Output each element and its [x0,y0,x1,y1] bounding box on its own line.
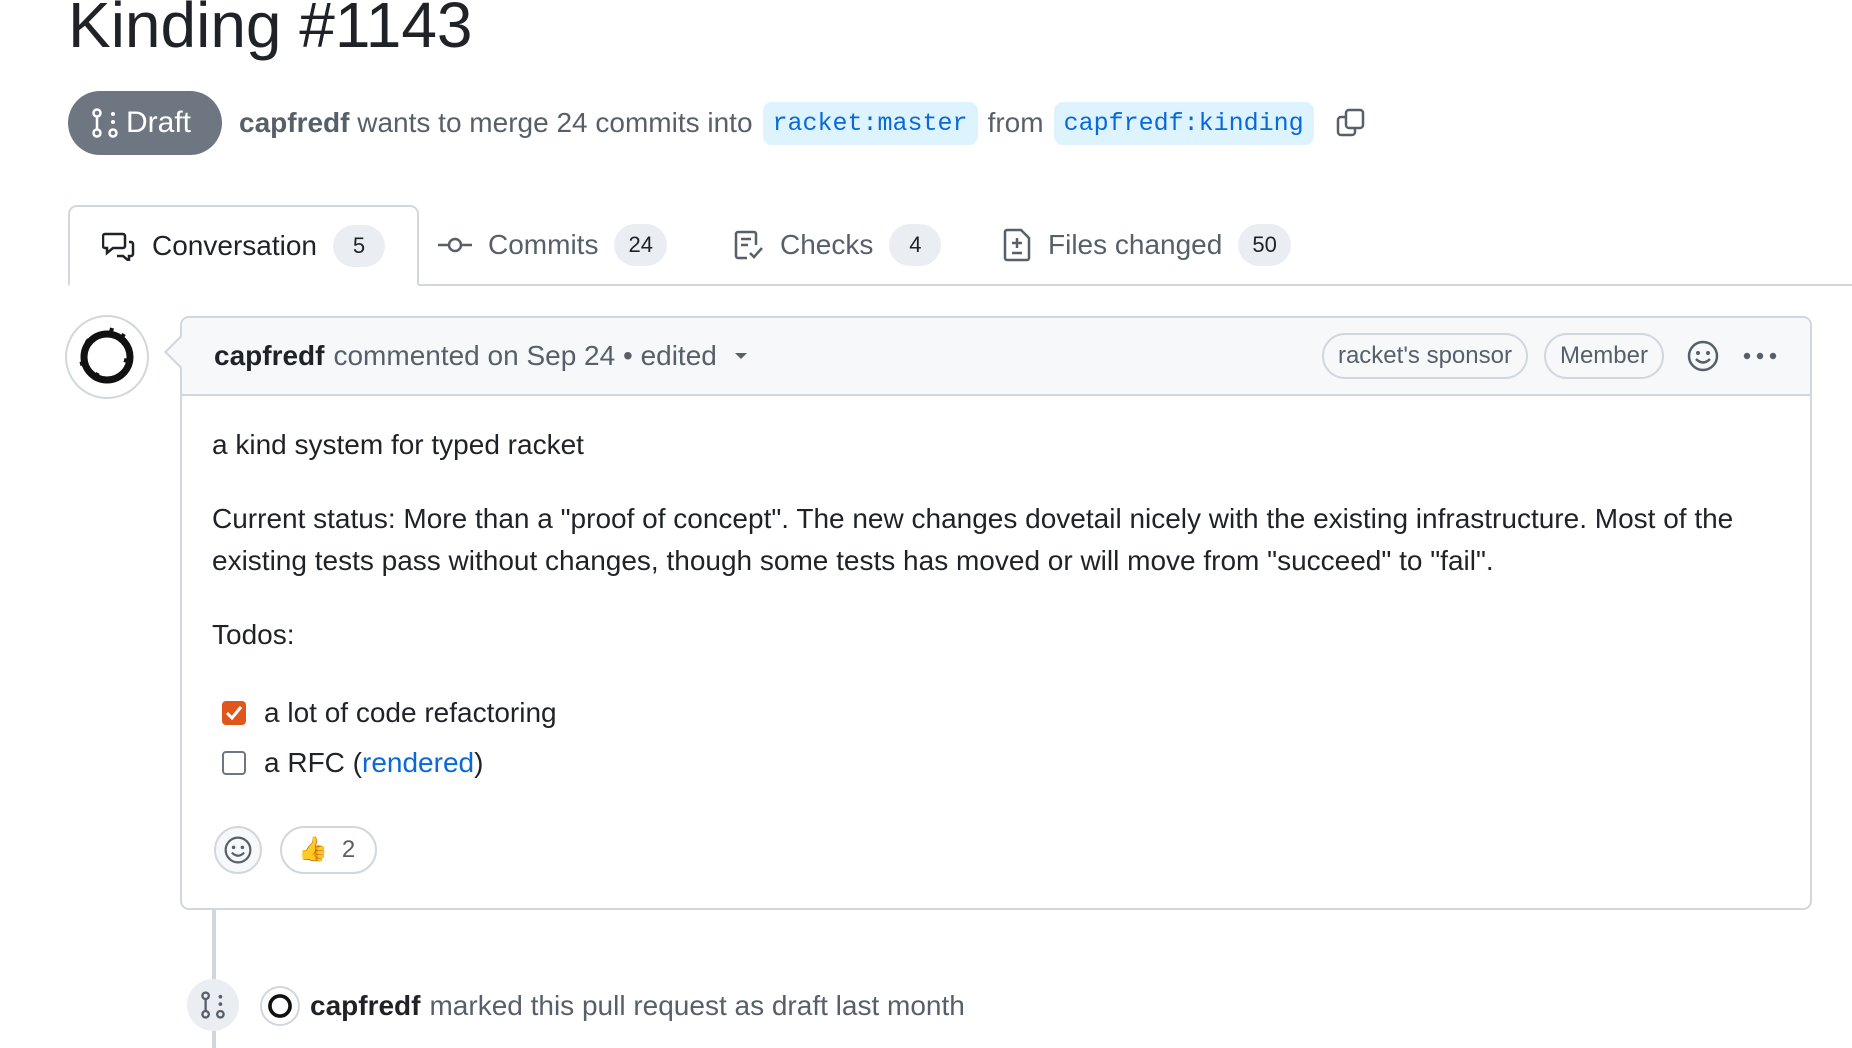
thumbs-up-icon: 👍 [298,836,328,863]
draft-label: Draft [126,106,192,139]
add-reaction-button[interactable] [214,826,262,874]
rendered-link[interactable]: rendered [362,742,474,784]
pr-meta: Draft capfredf wants to merge 24 commits… [68,91,1366,155]
comment-header: capfredf commented on Sep 24 • edited ra… [182,318,1810,396]
timeline-event: capfredf marked this pull request as dra… [260,982,965,1030]
tab-counter: 4 [889,223,942,266]
member-badge: Member [1543,333,1664,379]
merge-description: capfredf wants to merge 24 commits into … [239,101,1366,145]
author-avatar[interactable] [65,315,149,399]
tab-checks[interactable]: Checks 4 [734,205,942,284]
add-reaction-icon[interactable] [1686,339,1720,373]
draft-state-badge: Draft [68,91,222,155]
reactions-bar: 👍 2 [214,826,378,874]
avatar-ring-icon [79,327,134,384]
task-text-before: a RFC ( [264,747,362,778]
check-icon [225,706,243,721]
task-item: a lot of code refactoring [222,692,557,734]
tab-counter: 50 [1238,223,1291,266]
tab-files-changed[interactable]: Files changed 50 [1002,205,1291,284]
tab-commits[interactable]: Commits 24 [438,205,667,284]
tab-label: Commits [488,228,599,260]
sponsor-badge: racket's sponsor [1321,333,1528,379]
git-pull-request-draft-icon [187,979,239,1031]
tab-label: Files changed [1048,228,1223,260]
merge-text: wants to merge 24 commits into [357,107,753,138]
from-text: from [987,107,1044,138]
file-diff-icon [1003,228,1031,261]
pr-tabs: Conversation 5 Commits 24 Checks 4 Files… [68,205,1852,286]
comment-card: capfredf commented on Sep 24 • edited ra… [180,316,1812,910]
checkbox-unchecked[interactable] [222,751,246,775]
checklist-icon [734,230,763,259]
comment-intro: a kind system for typed racket [212,429,584,460]
comment-author[interactable]: capfredf [214,340,324,372]
avatar[interactable] [260,986,300,1026]
task-text: a lot of code refactoring [264,697,557,728]
todos-label: Todos: [212,619,295,650]
pr-author-link[interactable]: capfredf [239,107,349,139]
comment-status: Current status: More than a "proof of co… [212,503,1734,576]
page-title: Kinding #1143 [68,0,473,61]
tab-conversation[interactable]: Conversation 5 [68,205,419,286]
copy-icon[interactable] [1336,108,1366,138]
reaction-count: 2 [341,836,356,863]
kebab-menu-icon[interactable] [1742,351,1778,361]
checkbox-checked[interactable] [222,701,246,725]
tab-label: Checks [780,228,874,260]
tab-counter: 5 [332,224,385,267]
avatar-ring-icon [268,994,292,1018]
task-item: a RFC (rendered) [222,742,483,784]
base-branch[interactable]: racket:master [762,101,978,145]
tab-label: Conversation [152,229,317,261]
git-pull-request-draft-icon [92,108,118,138]
commit-icon [438,237,472,252]
thumbs-up-reaction[interactable]: 👍 2 [280,826,378,874]
event-author[interactable]: capfredf [310,990,420,1022]
comment-meta[interactable]: commented on Sep 24 • edited [333,340,716,372]
task-text-after: ) [474,747,484,778]
chevron-down-icon[interactable] [733,351,749,361]
head-branch[interactable]: capfredf:kinding [1053,101,1314,145]
smiley-icon [224,836,252,864]
event-text: marked this pull request as draft last m… [429,990,965,1021]
conversation-icon [102,232,135,261]
tab-counter: 24 [614,223,667,266]
